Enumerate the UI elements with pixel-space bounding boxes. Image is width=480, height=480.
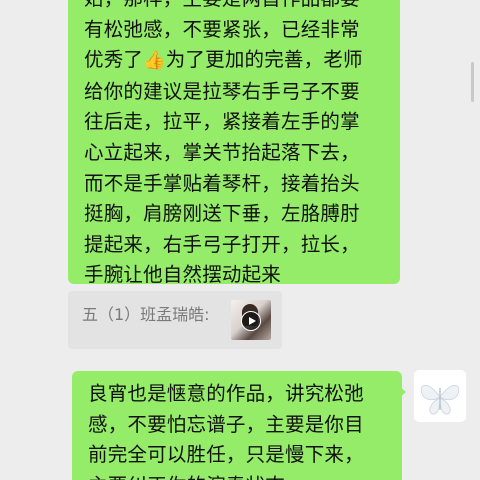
sent-message-bubble[interactable]: 始，那样，主要是两首作品都要 有松弛感，不要紧张，已经非常 优秀了👍为了更加的完… <box>68 0 400 286</box>
butterfly-icon <box>420 384 460 415</box>
play-icon[interactable] <box>241 311 261 331</box>
message-line: 始，那样，主要是两首作品都要 <box>84 0 386 15</box>
quoted-video-thumbnail[interactable] <box>231 300 271 340</box>
thumbs-up-emoji-icon: 👍 <box>143 50 166 72</box>
message-text: 为了更加的完善，老师 <box>165 48 363 72</box>
message-line: 有松弛感，不要紧张，已经非常 <box>84 17 360 41</box>
bubble-tail <box>399 386 406 398</box>
message-line: 而不是手掌贴着琴杆，接着抬头 <box>84 171 360 195</box>
scroll-indicator[interactable] <box>471 62 474 102</box>
message-line: 心立起来，掌关节抬起落下去， <box>84 140 360 164</box>
message-line: 良宵也是惬意的作品，讲究松弛 <box>88 382 364 405</box>
user-avatar[interactable] <box>414 370 466 422</box>
message-line: 挺胸，肩膀刚送下垂，左胳膊肘 <box>84 202 360 226</box>
quoted-sender-label: 五（1）班孟瑞皓: <box>82 305 210 324</box>
message-text: 优秀了 <box>84 48 144 72</box>
message-line: 手腕让他自然摆动起来 <box>84 263 282 287</box>
message-line: 主要纠正你的演奏状态 <box>88 471 388 480</box>
sent-message-bubble[interactable]: 良宵也是惬意的作品，讲究松弛 感，不要怕忘谱子，主要是你目 前完全可以胜任，只是… <box>72 371 402 480</box>
message-line: 提起来，右手弓子打开，拉长， <box>84 232 360 256</box>
message-line: 优秀了👍为了更加的完善，老师 <box>84 45 386 77</box>
message-line: 前完全可以胜任，只是慢下来， <box>88 443 364 466</box>
message-line: 感，不要怕忘谱子，主要是你目 <box>88 412 364 436</box>
message-line: 给你的建议是拉琴右手弓子不要 <box>84 79 360 103</box>
message-line: 往后走，拉平，紧接着左手的掌 <box>84 110 360 134</box>
quoted-message-card[interactable]: 五（1）班孟瑞皓: <box>68 291 282 349</box>
